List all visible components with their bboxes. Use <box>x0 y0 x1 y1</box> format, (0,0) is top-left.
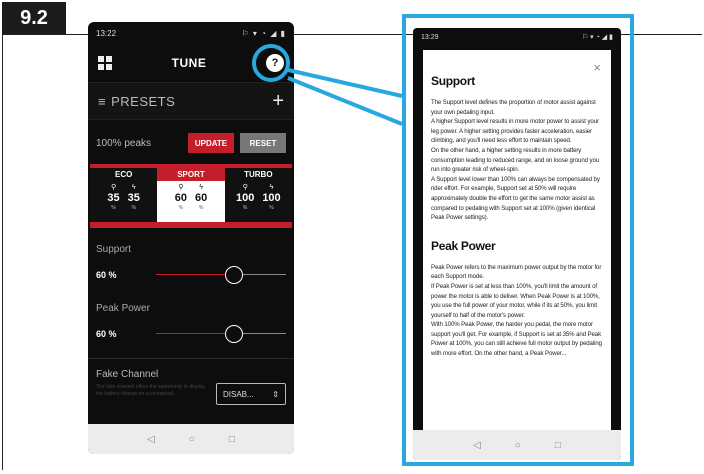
back-icon[interactable]: ◁ <box>473 440 481 451</box>
support-heading: Support <box>431 74 475 88</box>
right-phone-screen: 13:29 ⚐ ▾ ◔ ◢ ▮ × Support The Support le… <box>413 28 621 460</box>
status-icons: ⚐ ▾ ◔ ◢ ▮ <box>581 34 613 41</box>
support-paragraph: On the other hand, a higher setting resu… <box>431 146 600 174</box>
support-paragraph: A Support level lower than 100% can alwa… <box>431 175 600 222</box>
status-time: 13:29 <box>421 33 439 41</box>
support-paragraph: The Support level defines the proportion… <box>431 99 596 116</box>
peak-paragraph: Peak Power refers to the maximum power o… <box>431 263 602 281</box>
android-nav-bar: ◁ ○ □ <box>413 430 621 460</box>
recent-apps-icon[interactable]: □ <box>555 440 561 451</box>
peak-paragraph: With 100% Peak Power, the harder you ped… <box>431 321 602 358</box>
peak-power-heading: Peak Power <box>431 238 496 253</box>
support-paragraph: A higher Support level results in more m… <box>431 118 599 145</box>
home-icon[interactable]: ○ <box>515 440 521 451</box>
status-bar: 13:29 ⚐ ▾ ◔ ◢ ▮ <box>413 28 621 46</box>
help-modal: × Support The Support level defines the … <box>423 50 611 434</box>
callout-circle <box>252 44 290 82</box>
close-icon[interactable]: × <box>593 60 601 75</box>
peak-paragraph: If Peak Power is set at less than 100%, … <box>431 282 600 319</box>
